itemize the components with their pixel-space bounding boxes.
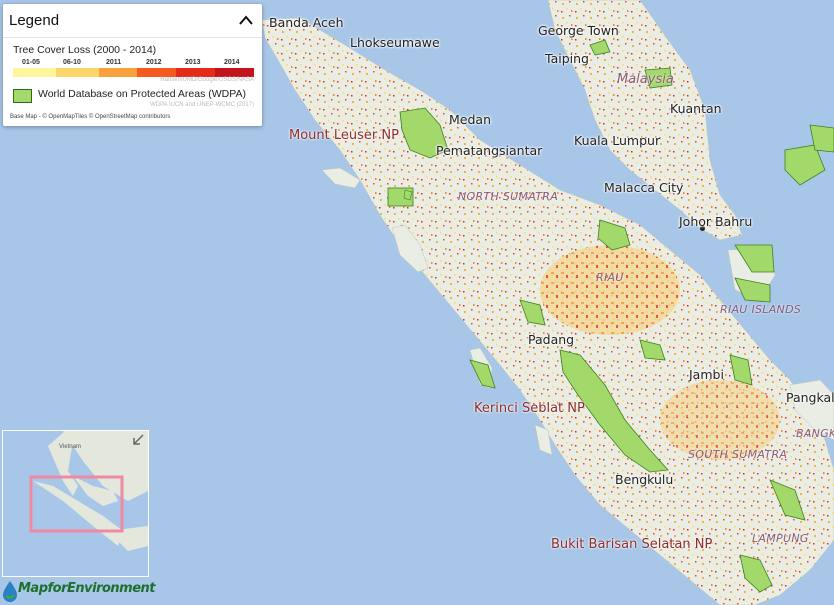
year-label: 2013 — [185, 59, 201, 66]
city-label: Kuala Lumpur — [574, 133, 661, 148]
riau-loss-area — [540, 245, 680, 335]
color-swatch — [137, 68, 176, 77]
legend-title: Legend — [9, 12, 60, 29]
region-label: BANGKA — [796, 427, 834, 440]
wdpa-source: WDPA IUCN and UNEP-WCMC (2017) — [150, 102, 254, 108]
map-for-environment-logo[interactable]: MapforEnvironment — [0, 578, 160, 605]
np-label-mount-leuser: Mount Leuser NP — [289, 128, 399, 143]
minimap-canvas — [29, 431, 148, 551]
region-label: SOUTH SUMATRA — [688, 448, 788, 461]
water-drop-icon — [3, 581, 17, 602]
city-label: Lhokseumawe — [350, 35, 440, 50]
region-label: LAMPUNG — [752, 532, 809, 545]
city-label: Johor Bahru — [679, 214, 753, 229]
city-label: Bengkulu — [615, 472, 674, 487]
np-label-bukit-barisan: Bukit Barisan Selatan NP — [551, 537, 713, 552]
tree-cover-loss-colorbar — [13, 68, 254, 77]
tcl-source: Hansen/UMD/Google/USGS/NASA — [160, 77, 254, 83]
year-label: 01-05 — [22, 59, 40, 66]
year-label: 06-10 — [63, 59, 81, 66]
city-label: Jambi — [689, 367, 724, 382]
overview-minimap[interactable]: Vietnam — [2, 430, 149, 577]
wdpa-label: World Database on Protected Areas (WDPA) — [38, 88, 246, 100]
region-label: RIAU — [596, 271, 624, 284]
city-label: Taiping — [545, 51, 589, 66]
color-swatch — [13, 68, 56, 77]
chevron-up-icon[interactable] — [238, 13, 254, 27]
city-label: Banda Aceh — [269, 15, 344, 30]
region-label: RIAU ISLANDS — [720, 303, 802, 316]
color-swatch — [99, 68, 137, 77]
tree-cover-loss-title: Tree Cover Loss (2000 - 2014) — [13, 44, 157, 56]
country-label: Malaysia — [617, 72, 674, 87]
minimap-label: Vietnam — [59, 444, 81, 450]
legend-panel: Legend Tree Cover Loss (2000 - 2014) 01-… — [3, 4, 262, 126]
city-label: Malacca City — [604, 180, 684, 195]
basemap-credit: Base Map - © OpenMapTiles © OpenStreetMa… — [10, 114, 171, 120]
legend-divider — [3, 37, 262, 38]
year-label: 2014 — [224, 59, 240, 66]
city-label: Medan — [449, 112, 491, 127]
wdpa-swatch — [13, 89, 32, 103]
logo-text: MapforEnvironment — [18, 581, 156, 596]
region-label: NORTH SUMATRA — [458, 190, 559, 203]
color-swatch — [56, 68, 99, 77]
color-swatch — [215, 68, 254, 77]
np-label-kerinci-seblat: Kerinci Seblat NP — [474, 401, 585, 416]
collapse-arrow-icon[interactable] — [132, 434, 144, 446]
city-label: Kuantan — [670, 101, 722, 116]
year-label: 2011 — [106, 59, 122, 66]
year-label: 2012 — [146, 59, 162, 66]
city-label: Padang — [528, 332, 575, 347]
city-label: Pangkal — [786, 390, 834, 405]
city-label: George Town — [538, 23, 619, 38]
color-swatch — [176, 68, 215, 77]
city-label: Pematangsiantar — [436, 143, 543, 158]
